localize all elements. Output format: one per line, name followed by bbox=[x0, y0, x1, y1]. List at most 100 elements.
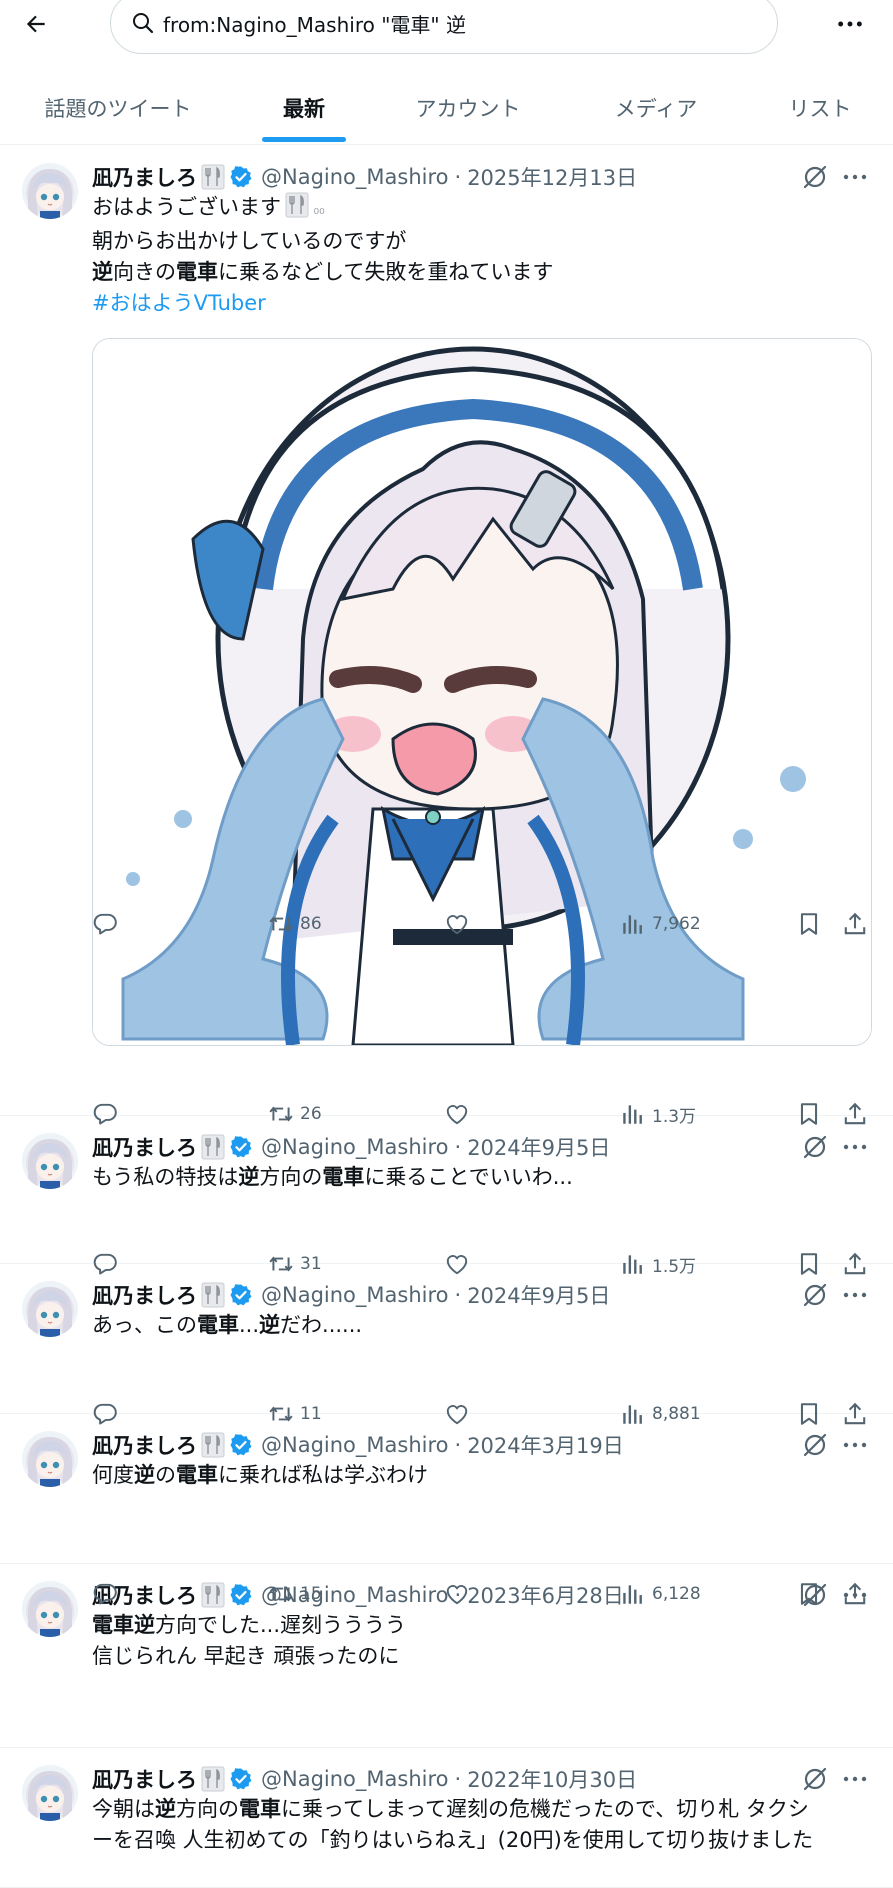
avatar-image bbox=[22, 1133, 78, 1189]
avatar[interactable] bbox=[22, 1133, 78, 1189]
avatar[interactable] bbox=[22, 1581, 78, 1637]
tweet[interactable]: 凪乃ましろ @Nagino_Mashiro · 2025年12月13日 おはようございま… bbox=[0, 145, 893, 1116]
bookmark-button[interactable] bbox=[796, 1098, 822, 1130]
like-icon bbox=[444, 911, 470, 937]
like-button[interactable] bbox=[444, 1398, 470, 1430]
more-icon[interactable] bbox=[840, 162, 870, 192]
like-icon bbox=[444, 1401, 470, 1427]
avatar[interactable] bbox=[22, 1281, 78, 1337]
hashtag-link[interactable]: #おはようVTuber bbox=[92, 291, 266, 315]
share-button[interactable] bbox=[842, 1098, 868, 1130]
reply-button[interactable] bbox=[92, 1248, 118, 1280]
author-name[interactable]: 凪乃ましろ bbox=[92, 1132, 197, 1162]
author-name[interactable]: 凪乃ましろ bbox=[92, 162, 197, 192]
more-icon[interactable] bbox=[840, 1764, 870, 1794]
text-line: ーを召喚 人生初めての「釣りはいらねえ」(20円)を使用して切り抜けました bbox=[92, 1825, 872, 1856]
author-name[interactable]: 凪乃ましろ bbox=[92, 1764, 197, 1794]
retweet-button[interactable]: 31 bbox=[268, 1248, 322, 1280]
retweet-button[interactable]: 26 bbox=[268, 1098, 322, 1130]
grok-icon[interactable] bbox=[800, 162, 830, 192]
text-segment: 電車 bbox=[176, 260, 218, 284]
text-segment: おはようございます bbox=[92, 195, 281, 219]
avatar[interactable] bbox=[22, 163, 78, 219]
sparkle-emoji: ₀₀ bbox=[309, 202, 325, 218]
more-icon[interactable] bbox=[840, 1132, 870, 1162]
tab-lists[interactable]: リスト bbox=[770, 72, 870, 144]
avatar[interactable] bbox=[22, 1431, 78, 1487]
author-handle[interactable]: @Nagino_Mashiro bbox=[261, 1135, 449, 1159]
tab-latest[interactable]: 最新 bbox=[248, 72, 360, 144]
tweet[interactable]: 凪乃ましろ @Nagino_Mashiro · 2024年9月5日 もう私の特技は逆方向… bbox=[0, 1115, 893, 1264]
views-button[interactable]: 8,881 bbox=[620, 1398, 701, 1430]
retweet-button[interactable]: 11 bbox=[268, 1398, 322, 1430]
text-segment: 電車 bbox=[322, 1165, 365, 1189]
tab-top[interactable]: 話題のツイート bbox=[14, 72, 222, 144]
tweet-date[interactable]: 2024年9月5日 bbox=[467, 1280, 610, 1310]
share-icon bbox=[842, 1101, 868, 1127]
views-button[interactable]: 1.3万 bbox=[620, 1098, 696, 1130]
like-button[interactable] bbox=[444, 1248, 470, 1280]
like-button[interactable] bbox=[444, 1578, 470, 1610]
search-input[interactable] bbox=[163, 7, 753, 39]
grok-icon[interactable] bbox=[800, 1280, 830, 1310]
more-icon[interactable] bbox=[840, 1280, 870, 1310]
author-name[interactable]: 凪乃ましろ bbox=[92, 1280, 197, 1310]
tweet-date[interactable]: 2024年3月19日 bbox=[467, 1430, 624, 1460]
text-line: 今朝は逆方向の電車に乗ってしまって遅刻の危機だったので、切り札 タクシ bbox=[92, 1794, 872, 1825]
author-handle[interactable]: @Nagino_Mashiro bbox=[261, 1433, 449, 1457]
views-icon bbox=[620, 1401, 646, 1427]
bookmark-button[interactable] bbox=[796, 1248, 822, 1280]
text-segment: だわ...... bbox=[280, 1313, 363, 1337]
bookmark-icon bbox=[796, 1581, 822, 1607]
like-icon bbox=[444, 1251, 470, 1277]
tweet[interactable]: 凪乃ましろ @Nagino_Mashiro · 2024年9月5日 あっ、この電車...… bbox=[0, 1263, 893, 1414]
more-options-button[interactable] bbox=[832, 6, 868, 42]
tweet-date[interactable]: 2024年9月5日 bbox=[467, 1132, 610, 1162]
action-count: 86 bbox=[300, 914, 322, 934]
share-button[interactable] bbox=[842, 1398, 868, 1430]
text-segment: 電車 bbox=[239, 1797, 281, 1821]
tweet[interactable]: 凪乃ましろ @Nagino_Mashiro · 2024年3月19日 何度逆の電車に乗れ… bbox=[0, 1413, 893, 1564]
author-handle[interactable]: @Nagino_Mashiro bbox=[261, 165, 449, 189]
views-button[interactable]: 6,128 bbox=[620, 1578, 701, 1610]
tab-accounts[interactable]: アカウント bbox=[398, 72, 538, 144]
bookmark-button[interactable] bbox=[796, 1398, 822, 1430]
grok-icon[interactable] bbox=[800, 1764, 830, 1794]
text-line: #おはようVTuber bbox=[92, 288, 872, 319]
tab-media[interactable]: メディア bbox=[596, 72, 716, 144]
tweet-header: 凪乃ましろ @Nagino_Mashiro · 2025年12月13日 bbox=[92, 161, 637, 193]
author-handle[interactable]: @Nagino_Mashiro bbox=[261, 1767, 449, 1791]
reply-button[interactable] bbox=[92, 1398, 118, 1430]
reply-button[interactable] bbox=[92, 1578, 118, 1610]
tab-label: メディア bbox=[614, 97, 698, 121]
views-button[interactable]: 1.5万 bbox=[620, 1248, 696, 1280]
bookmark-button[interactable] bbox=[796, 908, 822, 940]
avatar[interactable] bbox=[22, 1765, 78, 1821]
tweet[interactable]: 凪乃ましろ @Nagino_Mashiro · 2023年6月28日 電車逆方向でした.… bbox=[0, 1563, 893, 1748]
retweet-icon bbox=[268, 1581, 294, 1607]
text-segment: 逆 bbox=[134, 1463, 155, 1487]
like-button[interactable] bbox=[444, 908, 470, 940]
grok-icon[interactable] bbox=[800, 1430, 830, 1460]
search-box[interactable] bbox=[110, 0, 778, 54]
tweet-date[interactable]: 2025年12月13日 bbox=[467, 162, 637, 192]
author-handle[interactable]: @Nagino_Mashiro bbox=[261, 1283, 449, 1307]
share-button[interactable] bbox=[842, 1248, 868, 1280]
text-segment: 何度 bbox=[92, 1463, 134, 1487]
reply-button[interactable] bbox=[92, 1098, 118, 1130]
more-icon[interactable] bbox=[840, 1430, 870, 1460]
retweet-button[interactable]: 15 bbox=[268, 1578, 322, 1610]
back-button[interactable] bbox=[18, 6, 54, 42]
share-button[interactable] bbox=[842, 1578, 868, 1610]
like-button[interactable] bbox=[444, 1098, 470, 1130]
author-name[interactable]: 凪乃ましろ bbox=[92, 1430, 197, 1460]
grok-icon[interactable] bbox=[800, 1132, 830, 1162]
tweet-date[interactable]: 2022年10月30日 bbox=[467, 1764, 637, 1794]
share-button[interactable] bbox=[842, 908, 868, 940]
retweet-button[interactable]: 86 bbox=[268, 908, 322, 940]
views-icon bbox=[620, 1101, 646, 1127]
reply-button[interactable] bbox=[92, 908, 118, 940]
views-button[interactable]: 7,962 bbox=[620, 908, 701, 940]
bookmark-button[interactable] bbox=[796, 1578, 822, 1610]
separator-dot: · bbox=[454, 1767, 462, 1791]
